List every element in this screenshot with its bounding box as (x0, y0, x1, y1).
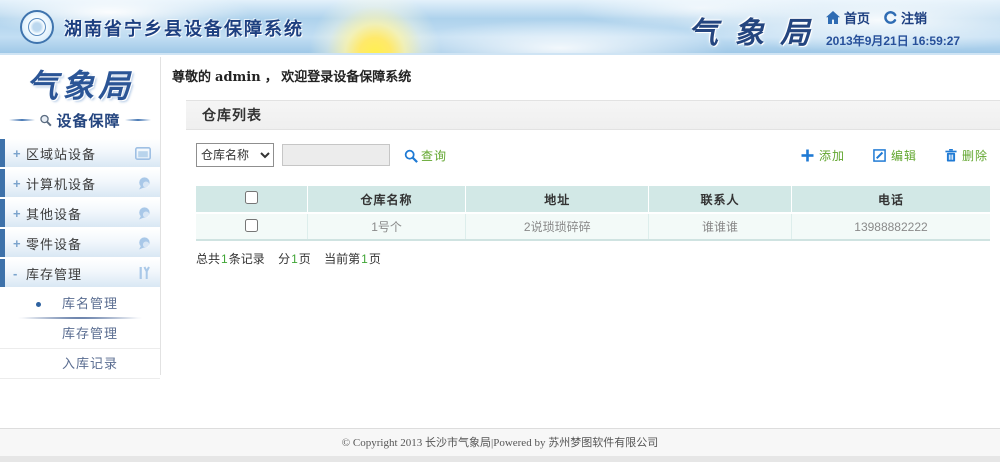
cell-phone: 13988882222 (791, 213, 990, 240)
pagination-info: 总共1条记录 分1页 当前第1页 (196, 250, 1000, 267)
logout-link[interactable]: 注销 (884, 8, 927, 27)
sidebar-item-region-station-equipment[interactable]: + 区域站设备 (0, 139, 160, 167)
divider (125, 119, 151, 121)
add-button-label: 添加 (819, 147, 845, 164)
sidebar-menu: + 区域站设备 + 计算机设备 + 其他设备 + 零件设备 (0, 139, 160, 287)
sidebar-item-other-equipment[interactable]: + 其他设备 (0, 199, 160, 227)
trash-icon (945, 149, 957, 162)
select-all-checkbox[interactable] (245, 191, 258, 204)
total-count: 1 (220, 252, 229, 266)
magnifier-icon (39, 114, 52, 127)
system-title: 湖南省宁乡县设备保障系统 (64, 15, 304, 41)
active-bullet-icon (36, 302, 41, 307)
add-button[interactable]: 添加 (801, 147, 845, 164)
search-button-label: 查询 (421, 147, 447, 164)
cell-address: 2说琐琐碎碎 (466, 213, 649, 240)
monitor-icon (135, 147, 151, 160)
sidebar-item-label: 零件设备 (26, 234, 82, 253)
expand-indicator: + (13, 206, 26, 221)
home-link[interactable]: 首页 (826, 8, 870, 27)
table-header-row: 仓库名称 地址 联系人 电话 (196, 186, 990, 213)
plus-icon (801, 149, 814, 162)
expand-indicator: + (13, 236, 26, 251)
column-header-contact: 联系人 (649, 186, 792, 213)
welcome-prefix: 尊敬的 (172, 69, 211, 84)
banner-right: 首页 注销 2013年9月21日 16:59:27 (826, 8, 986, 49)
edit-icon (873, 149, 886, 162)
sidebar-item-label: 库存管理 (26, 264, 82, 283)
welcome-suffix: ， 欢迎登录设备保障系统 (265, 69, 412, 84)
expand-indicator: + (13, 176, 26, 191)
username: admin (215, 70, 261, 85)
pagination-pages: 分1页 (278, 252, 311, 266)
divider (9, 119, 35, 121)
search-input[interactable] (282, 144, 390, 166)
submenu-item-label: 库存管理 (62, 326, 118, 341)
delete-button-label: 删除 (962, 147, 988, 164)
filter-field-select[interactable]: 仓库名称 (196, 143, 274, 167)
pagination-total: 总共1条记录 (196, 252, 265, 266)
collapse-indicator: - (13, 266, 26, 281)
current-page: 1 (360, 252, 369, 266)
chat-icon (136, 177, 151, 190)
column-header-phone: 电话 (791, 186, 990, 213)
warehouse-table: 仓库名称 地址 联系人 电话 1号个 2说琐琐碎碎 谁谁谁 1398888222… (196, 186, 990, 241)
submenu-item-label: 库名管理 (62, 296, 118, 311)
top-banner: 湖南省宁乡县设备保障系统 气象局 首页 注销 2013年9月21日 16:59:… (0, 0, 1000, 55)
chat-icon (136, 237, 151, 250)
search-icon (404, 149, 418, 163)
tools-icon (137, 266, 151, 280)
action-buttons: 添加 编辑 删除 (801, 147, 988, 164)
bureau-logo (20, 10, 54, 44)
home-link-label: 首页 (844, 8, 870, 27)
delete-button[interactable]: 删除 (945, 147, 988, 164)
logout-icon (884, 11, 897, 24)
submenu-item-inbound-records[interactable]: 入库记录 (0, 349, 160, 379)
sidebar: 气象局 设备保障 + 区域站设备 + 计算机设备 + 其他设备 (0, 57, 161, 375)
submenu-item-label: 入库记录 (62, 356, 118, 371)
sidebar-brand-subtitle: 设备保障 (0, 109, 160, 131)
table-row: 1号个 2说琐琐碎碎 谁谁谁 13988882222 (196, 213, 990, 240)
expand-indicator: + (13, 146, 26, 161)
sidebar-item-inventory-management[interactable]: - 库存管理 (0, 259, 160, 287)
search-button[interactable]: 查询 (404, 147, 447, 164)
pages-count: 1 (290, 252, 299, 266)
sidebar-brand-subtitle-label: 设备保障 (56, 110, 120, 131)
footer-copyright: © Copyright 2013 长沙市气象局|Powered by 苏州梦图软… (0, 428, 1000, 456)
bureau-title: 气象局 (688, 8, 826, 52)
sidebar-item-label: 其他设备 (26, 204, 82, 223)
row-checkbox[interactable] (245, 219, 258, 232)
chat-icon (136, 207, 151, 220)
cell-contact: 谁谁谁 (649, 213, 792, 240)
column-header-address: 地址 (466, 186, 649, 213)
sidebar-item-label: 区域站设备 (26, 144, 96, 163)
edit-button-label: 编辑 (891, 147, 917, 164)
bureau-logo-inner (28, 18, 46, 36)
sidebar-item-computer-equipment[interactable]: + 计算机设备 (0, 169, 160, 197)
toolbar: 仓库名称 查询 添加 编辑 (186, 130, 1000, 186)
submenu-item-warehouse-name-management[interactable]: 库名管理 (0, 289, 160, 319)
select-all-cell (196, 186, 307, 213)
logout-link-label: 注销 (901, 8, 927, 27)
submenu-item-inventory-management[interactable]: 库存管理 (0, 319, 160, 349)
home-icon (826, 11, 840, 24)
sidebar-brand-title: 气象局 (0, 61, 160, 107)
datetime-display: 2013年9月21日 16:59:27 (826, 32, 986, 49)
column-header-name: 仓库名称 (307, 186, 466, 213)
footer-strip (0, 456, 1000, 462)
sidebar-item-parts-equipment[interactable]: + 零件设备 (0, 229, 160, 257)
welcome-message: 尊敬的 admin ， 欢迎登录设备保障系统 (172, 66, 411, 85)
panel-title: 仓库列表 (186, 100, 1000, 130)
sidebar-submenu: 库名管理 库存管理 入库记录 (0, 289, 160, 379)
pagination-current: 当前第1页 (324, 252, 381, 266)
warehouse-list-panel: 仓库列表 仓库名称 查询 添加 编辑 (186, 100, 1000, 267)
row-select-cell (196, 213, 307, 240)
sidebar-item-label: 计算机设备 (26, 174, 96, 193)
cell-warehouse-name: 1号个 (307, 213, 466, 240)
edit-button[interactable]: 编辑 (873, 147, 917, 164)
